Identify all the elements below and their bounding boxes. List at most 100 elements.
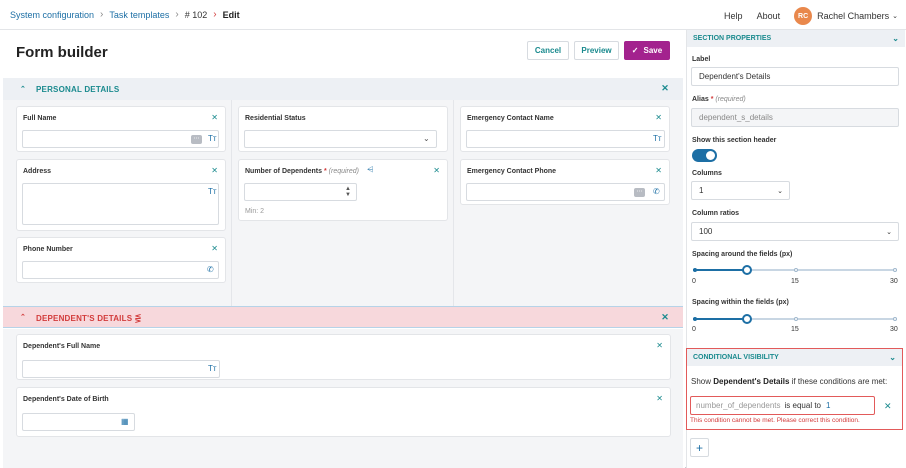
user-menu[interactable]: Rachel Chambers (817, 11, 889, 21)
more-icon[interactable]: ⋯ (191, 135, 202, 144)
label-input[interactable]: Dependent's Details (691, 67, 899, 86)
field-card-number-of-dependents[interactable]: Number of Dependents * (required) ⩤ ✕ ▲ ▼… (238, 159, 448, 221)
field-label: Residential Status (245, 115, 306, 122)
field-label: Address (23, 168, 52, 175)
tick-label: 0 (692, 278, 696, 285)
breadcrumb-system-configuration[interactable]: System configuration (10, 10, 94, 20)
cancel-button[interactable]: Cancel (527, 41, 569, 60)
tick-label: 30 (890, 278, 898, 285)
alias-title: Alias * (required) (692, 96, 746, 103)
field-label: Phone Number (23, 246, 73, 253)
section-properties-title: SECTION PROPERTIES (693, 35, 772, 42)
chevron-up-icon[interactable]: ⌃ (20, 85, 26, 93)
breadcrumb-task-templates[interactable]: Task templates (109, 10, 169, 20)
page-title: Form builder (16, 44, 108, 61)
number-of-dependents-stepper[interactable]: ▲ ▼ (244, 183, 357, 201)
alias-input[interactable]: dependent_s_details (691, 108, 899, 127)
chevron-right-icon: › (100, 9, 104, 20)
condition-description: Show Dependent's Details if these condit… (691, 377, 888, 386)
show-header-toggle[interactable] (692, 149, 717, 162)
emergency-contact-name-input[interactable]: Tᴛ (466, 130, 665, 148)
full-name-input[interactable]: ⋯ Tᴛ (22, 130, 219, 148)
remove-field-icon[interactable]: ✕ (656, 394, 663, 403)
spacing-around-slider[interactable] (693, 264, 897, 276)
remove-field-icon[interactable]: ✕ (211, 113, 218, 122)
tick-label: 0 (692, 326, 696, 333)
breadcrumb-current: Edit (222, 9, 240, 20)
chevron-right-icon: › (175, 9, 179, 20)
residential-status-select[interactable]: ⌄ (244, 130, 437, 148)
field-card-emergency-contact-phone[interactable]: Emergency Contact Phone ✕ ⋯ ✆ (460, 159, 670, 205)
remove-field-icon[interactable]: ✕ (655, 113, 662, 122)
section-personal-details[interactable]: ⌃ PERSONAL DETAILS ✕ (3, 78, 683, 100)
remove-section-icon[interactable]: ✕ (661, 83, 669, 94)
spacing-within-slider[interactable] (693, 313, 897, 325)
chevron-down-icon[interactable]: ⌄ (892, 12, 898, 20)
plus-icon: + (695, 440, 703, 455)
field-label: Dependent's Date of Birth (23, 396, 109, 403)
emergency-contact-phone-input[interactable]: ⋯ ✆ (466, 183, 665, 201)
personal-details-canvas: Full Name ✕ ⋯ Tᴛ Address ✕ Tᴛ Phone Numb… (3, 100, 683, 306)
min-hint: Min: 2 (245, 208, 265, 215)
field-label: Number of Dependents * (required) (245, 168, 360, 175)
field-label: Emergency Contact Name (467, 115, 554, 122)
condition-error-message: This condition cannot be met. Please cor… (690, 417, 860, 424)
chevron-right-icon: › (213, 9, 217, 20)
breadcrumb: System configuration › Task templates › … (10, 9, 240, 20)
label-title: Label (692, 56, 711, 63)
remove-condition-icon[interactable]: ✕ (884, 401, 892, 412)
top-bar: System configuration › Task templates › … (0, 0, 906, 30)
spacing-within-title: Spacing within the fields (px) (692, 299, 789, 306)
chevron-down-icon[interactable]: ⌄ (892, 34, 899, 43)
remove-field-icon[interactable]: ✕ (211, 166, 218, 175)
chevron-up-icon[interactable]: ⌃ (20, 313, 26, 321)
columns-select[interactable]: 1 ⌄ (691, 181, 790, 200)
remove-field-icon[interactable]: ✕ (656, 341, 663, 350)
remove-field-icon[interactable]: ✕ (655, 166, 662, 175)
conditional-visibility-title: CONDITIONAL VISIBILITY (693, 354, 779, 361)
text-type-icon: Tᴛ (208, 364, 217, 373)
column-ratios-title: Column ratios (692, 210, 740, 217)
dependents-full-name-input[interactable]: Tᴛ (22, 360, 220, 378)
field-label: Dependent's Full Name (23, 343, 101, 350)
phone-icon: ✆ (207, 265, 214, 274)
preview-button[interactable]: Preview (574, 41, 619, 60)
field-card-residential-status[interactable]: Residential Status ⌄ (238, 106, 448, 152)
field-card-dependents-full-name[interactable]: Dependent's Full Name ✕ Tᴛ (16, 334, 671, 380)
phone-icon: ✆ (653, 187, 660, 196)
conditional-visibility-header[interactable]: CONDITIONAL VISIBILITY ⌄ (687, 349, 902, 366)
field-card-dependents-date-of-birth[interactable]: Dependent's Date of Birth ✕ ▦ (16, 387, 671, 437)
condition-input[interactable]: number_of_dependents is equal to 1 (690, 396, 875, 415)
column-ratios-select[interactable]: 100 ⌄ (691, 222, 899, 241)
section-properties-header[interactable]: SECTION PROPERTIES ⌄ (687, 30, 905, 47)
stepper-arrows-icon[interactable]: ▲ ▼ (345, 186, 351, 198)
condition-value: 1 (825, 401, 831, 410)
more-icon[interactable]: ⋯ (634, 188, 645, 197)
field-card-phone-number[interactable]: Phone Number ✕ ✆ (16, 237, 226, 283)
remove-field-icon[interactable]: ✕ (211, 244, 218, 253)
text-type-icon: Tᴛ (653, 134, 662, 143)
remove-section-icon[interactable]: ✕ (661, 312, 669, 323)
field-card-address[interactable]: Address ✕ Tᴛ (16, 159, 226, 231)
address-textarea[interactable]: Tᴛ (22, 183, 219, 225)
share-icon[interactable]: ⩤ (367, 165, 373, 175)
tick-label: 30 (890, 326, 898, 333)
add-condition-button[interactable]: + (690, 438, 709, 457)
dependents-date-of-birth-input[interactable]: ▦ (22, 413, 135, 431)
field-card-emergency-contact-name[interactable]: Emergency Contact Name ✕ Tᴛ (460, 106, 670, 152)
save-button[interactable]: ✓ Save (624, 41, 670, 60)
remove-field-icon[interactable]: ✕ (433, 166, 440, 175)
about-link[interactable]: About (757, 11, 781, 21)
field-card-full-name[interactable]: Full Name ✕ ⋯ Tᴛ (16, 106, 226, 152)
section-dependents-details[interactable]: ⌃ DEPENDENT'S DETAILS ⋚ ✕ (3, 306, 683, 328)
phone-number-input[interactable]: ✆ (22, 261, 219, 279)
spacing-around-title: Spacing around the fields (px) (692, 251, 793, 258)
field-label: Emergency Contact Phone (467, 168, 557, 175)
chevron-down-icon[interactable]: ⌄ (889, 353, 896, 362)
chevron-down-icon: ⌄ (423, 134, 430, 143)
avatar[interactable]: RC (794, 7, 813, 25)
calendar-icon[interactable]: ▦ (121, 417, 129, 426)
help-link[interactable]: Help (724, 11, 743, 21)
condition-variable: number_of_dependents (696, 401, 781, 410)
save-button-label: Save (643, 46, 663, 55)
